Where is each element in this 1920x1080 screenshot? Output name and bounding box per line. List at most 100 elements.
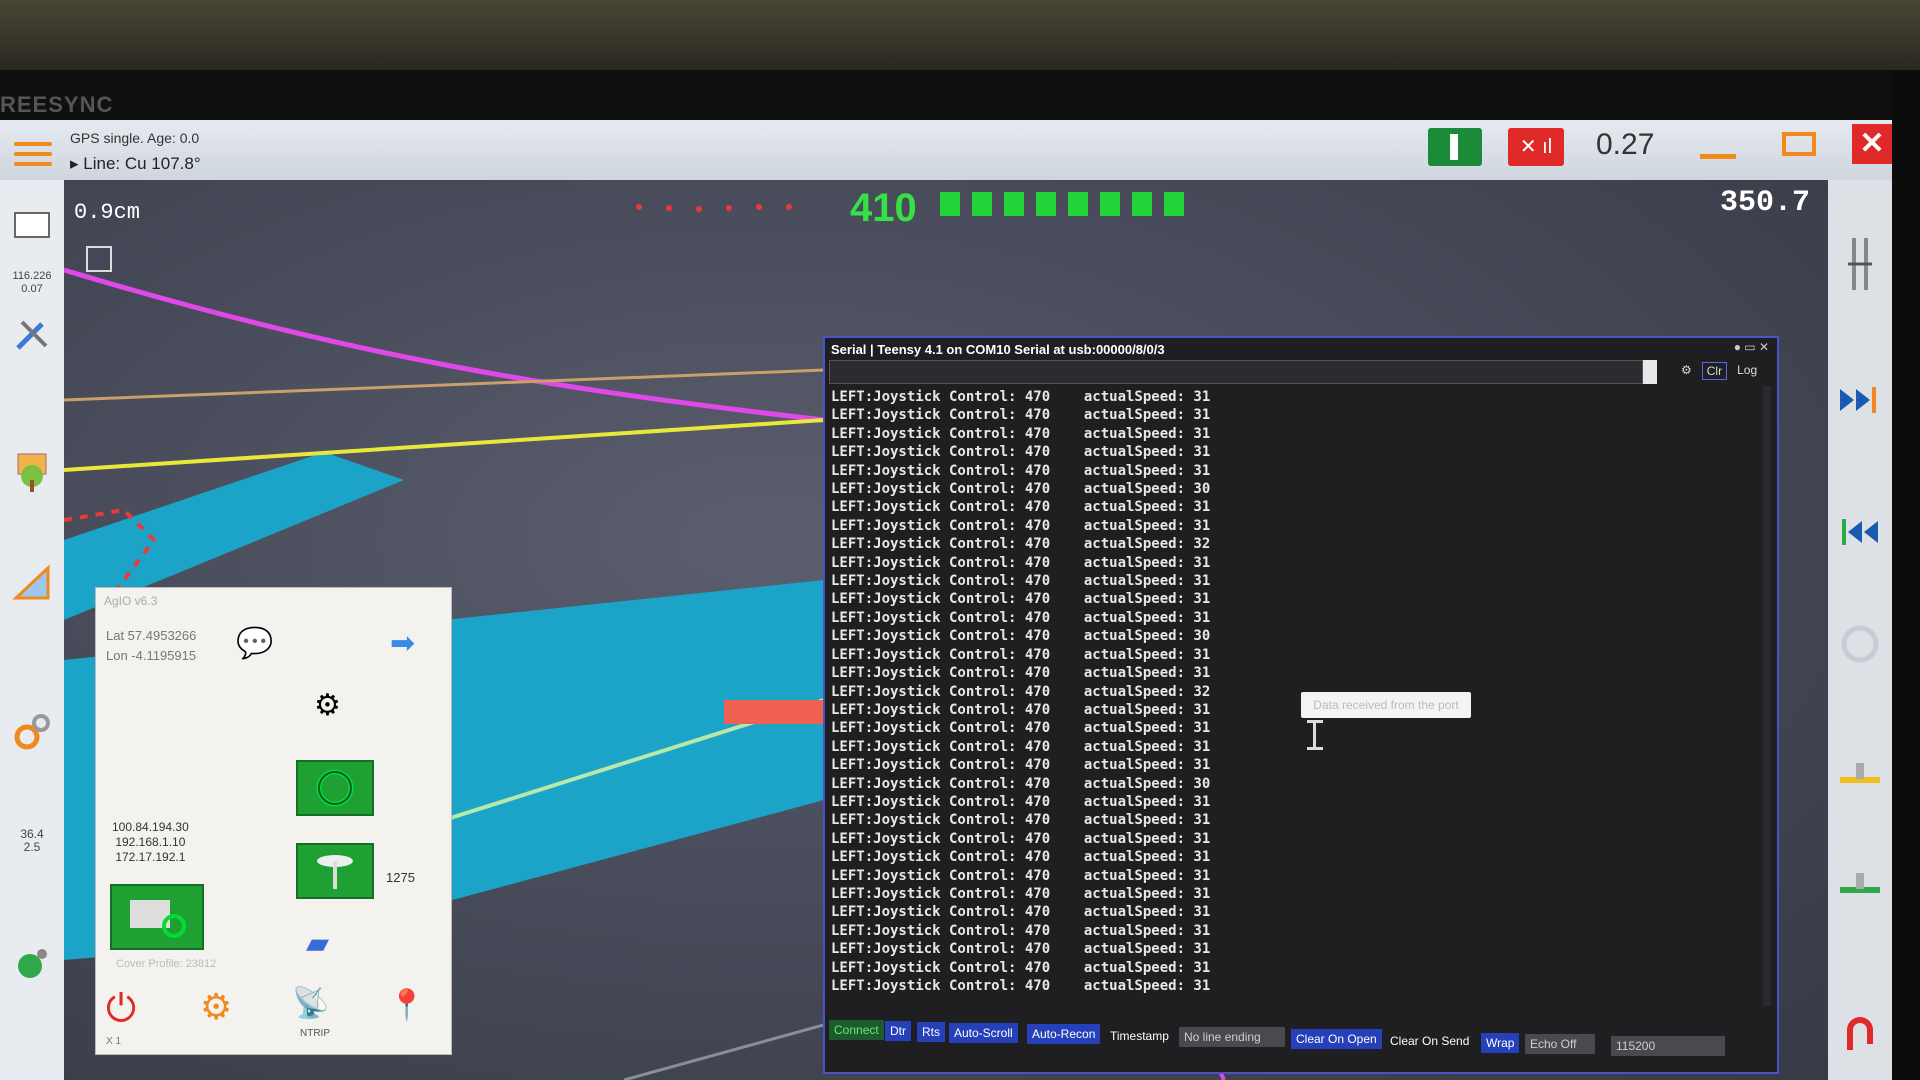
machine-module-icon[interactable]: ⚙ <box>314 688 341 723</box>
screen-icon[interactable] <box>8 202 56 250</box>
section-on-icon[interactable] <box>1428 128 1482 166</box>
wrap-button[interactable]: Wrap <box>1481 1033 1520 1053</box>
serial-monitor-window: Serial | Teensy 4.1 on COM10 Serial at u… <box>823 336 1779 1074</box>
serial-send-button[interactable] <box>1643 360 1657 384</box>
serial-log-line: LEFT:Joystick Control: 470 actualSpeed: … <box>831 646 1211 663</box>
serial-log-line: LEFT:Joystick Control: 470 actualSpeed: … <box>831 517 1211 534</box>
serial-settings-icon[interactable]: ⚙ <box>1677 362 1696 380</box>
lightbar-segment <box>972 192 992 216</box>
serial-scrollbar[interactable] <box>1763 386 1771 1006</box>
agio-bottom-label: X 1 <box>106 1036 122 1047</box>
serial-log-line: LEFT:Joystick Control: 470 actualSpeed: … <box>831 830 1211 847</box>
agio-settings-icon[interactable]: ⚙ <box>200 986 232 1028</box>
autorecon-button[interactable]: Auto-Recon <box>1027 1024 1101 1044</box>
implement-icon[interactable] <box>1836 750 1884 798</box>
radio-module-icon[interactable]: ▰ <box>306 926 329 961</box>
serial-bottom-bar: Connect Dtr Rts Auto-Scroll Auto-Recon T… <box>829 1018 1775 1064</box>
imu-module-icon[interactable] <box>110 884 204 950</box>
serial-send-input[interactable] <box>829 360 1643 384</box>
rts-button[interactable]: Rts <box>917 1022 945 1042</box>
location-pin-icon[interactable]: 📍 <box>388 988 425 1023</box>
line-ending-select[interactable]: No line ending <box>1179 1027 1285 1047</box>
line-status[interactable]: ▸ Line: Cu 107.8° <box>70 154 201 174</box>
tram-icon[interactable] <box>1836 860 1884 908</box>
steer-wheel-icon[interactable] <box>8 940 56 988</box>
serial-log-line: LEFT:Joystick Control: 470 actualSpeed: … <box>831 701 1211 718</box>
clear-button[interactable]: Clr <box>1701 362 1728 380</box>
agio-count: 1275 <box>386 870 415 885</box>
connect-button[interactable]: Connect <box>829 1020 884 1040</box>
maximize-button[interactable] <box>1782 132 1816 156</box>
serial-log-line: LEFT:Joystick Control: 470 actualSpeed: … <box>831 922 1211 939</box>
clear-on-open-button[interactable]: Clear On Open <box>1291 1029 1382 1049</box>
serial-log-line: LEFT:Joystick Control: 470 actualSpeed: … <box>831 775 1211 792</box>
room-background <box>0 0 1920 70</box>
echo-select[interactable]: Echo Off <box>1525 1034 1595 1054</box>
field-tree-icon[interactable] <box>8 448 56 496</box>
lightbar-segment <box>1132 192 1152 216</box>
tools-icon[interactable] <box>8 310 56 358</box>
lightbar-segment <box>940 192 960 216</box>
serial-log-line: LEFT:Joystick Control: 470 actualSpeed: … <box>831 407 1211 424</box>
serial-log-line: LEFT:Joystick Control: 470 actualSpeed: … <box>831 849 1211 866</box>
serial-log-line: LEFT:Joystick Control: 470 actualSpeed: … <box>831 683 1211 700</box>
serial-log-line: LEFT:Joystick Control: 470 actualSpeed: … <box>831 867 1211 884</box>
u-turn-icon[interactable] <box>1836 1010 1884 1058</box>
arrow-right-icon[interactable]: ➡ <box>390 626 415 661</box>
serial-log-line: LEFT:Joystick Control: 470 actualSpeed: … <box>831 573 1211 590</box>
guidance-lines-icon[interactable] <box>1836 238 1884 290</box>
agio-coordinates: Lat 57.4953266 Lon -4.1195915 <box>106 626 196 666</box>
gps-antenna-icon[interactable] <box>296 843 374 899</box>
serial-log-line: LEFT:Joystick Control: 470 actualSpeed: … <box>831 499 1211 516</box>
cycle-lines-icon[interactable] <box>1836 620 1884 668</box>
lightbar-segment <box>1036 192 1056 216</box>
chat-icon[interactable]: 💬 <box>236 626 273 661</box>
ntrip-icon[interactable]: 📡 <box>292 986 329 1021</box>
speed-value: 410 <box>850 186 917 230</box>
close-button[interactable]: ✕ <box>1852 124 1892 164</box>
serial-title: Serial | Teensy 4.1 on COM10 Serial at u… <box>831 342 1165 357</box>
serial-log-line: LEFT:Joystick Control: 470 actualSpeed: … <box>831 757 1211 774</box>
agio-lat: Lat 57.4953266 <box>106 628 197 643</box>
right-toolbar <box>1828 180 1892 1080</box>
hamburger-menu-icon[interactable] <box>14 142 52 170</box>
agio-panel: AgIO v6.3 Lat 57.4953266 Lon -4.1195915 … <box>95 587 452 1055</box>
log-button[interactable]: Log <box>1733 362 1761 380</box>
serial-log[interactable]: LEFT:Joystick Control: 470 actualSpeed: … <box>831 388 1691 998</box>
gps-status: GPS single. Age: 0.0 <box>70 130 200 146</box>
serial-window-buttons[interactable]: ● ▭ ✕ <box>1734 340 1769 354</box>
lightbar <box>940 192 1184 216</box>
serial-log-line: LEFT:Joystick Control: 470 actualSpeed: … <box>831 738 1211 755</box>
serial-log-line: LEFT:Joystick Control: 470 actualSpeed: … <box>831 978 1211 994</box>
baud-rate-select[interactable]: 115200 <box>1611 1036 1725 1056</box>
serial-tooltip: Data received from the port <box>1301 692 1471 718</box>
timestamp-button[interactable]: Timestamp <box>1105 1026 1174 1046</box>
clear-on-send-button[interactable]: Clear On Send <box>1385 1031 1474 1051</box>
serial-log-line: LEFT:Joystick Control: 470 actualSpeed: … <box>831 536 1211 553</box>
steer-module-icon[interactable] <box>296 760 374 816</box>
serial-log-line: LEFT:Joystick Control: 470 actualSpeed: … <box>831 793 1211 810</box>
agio-title: AgIO v6.3 <box>104 594 158 608</box>
serial-log-line: LEFT:Joystick Control: 470 actualSpeed: … <box>831 628 1211 645</box>
lightbar-segment <box>1068 192 1088 216</box>
settings-gear-icon[interactable] <box>8 708 56 756</box>
serial-log-line: LEFT:Joystick Control: 470 actualSpeed: … <box>831 389 1211 405</box>
dtr-button[interactable]: Dtr <box>885 1021 911 1041</box>
signal-off-icon[interactable]: ✕ ıl <box>1508 128 1564 166</box>
autoscroll-button[interactable]: Auto-Scroll <box>949 1023 1018 1043</box>
serial-log-line: LEFT:Joystick Control: 470 actualSpeed: … <box>831 444 1211 461</box>
serial-log-line: LEFT:Joystick Control: 470 actualSpeed: … <box>831 959 1211 976</box>
skip-forward-icon[interactable] <box>1836 376 1884 424</box>
camera-icon[interactable] <box>86 246 112 272</box>
minimize-button[interactable] <box>1700 154 1736 159</box>
lightbar-segment <box>1100 192 1120 216</box>
boundary-icon[interactable] <box>8 558 56 606</box>
distance-dots <box>636 204 792 212</box>
tractor-section-bar <box>724 700 824 724</box>
monitor-bezel-right <box>1892 70 1920 1080</box>
power-icon[interactable]: ⏻ <box>106 988 136 1031</box>
serial-log-line: LEFT:Joystick Control: 470 actualSpeed: … <box>831 885 1211 902</box>
skip-back-icon[interactable] <box>1836 508 1884 556</box>
lightbar-segment <box>1164 192 1184 216</box>
agio-ip-list: 100.84.194.30 192.168.1.10 172.17.192.1 <box>112 820 189 864</box>
